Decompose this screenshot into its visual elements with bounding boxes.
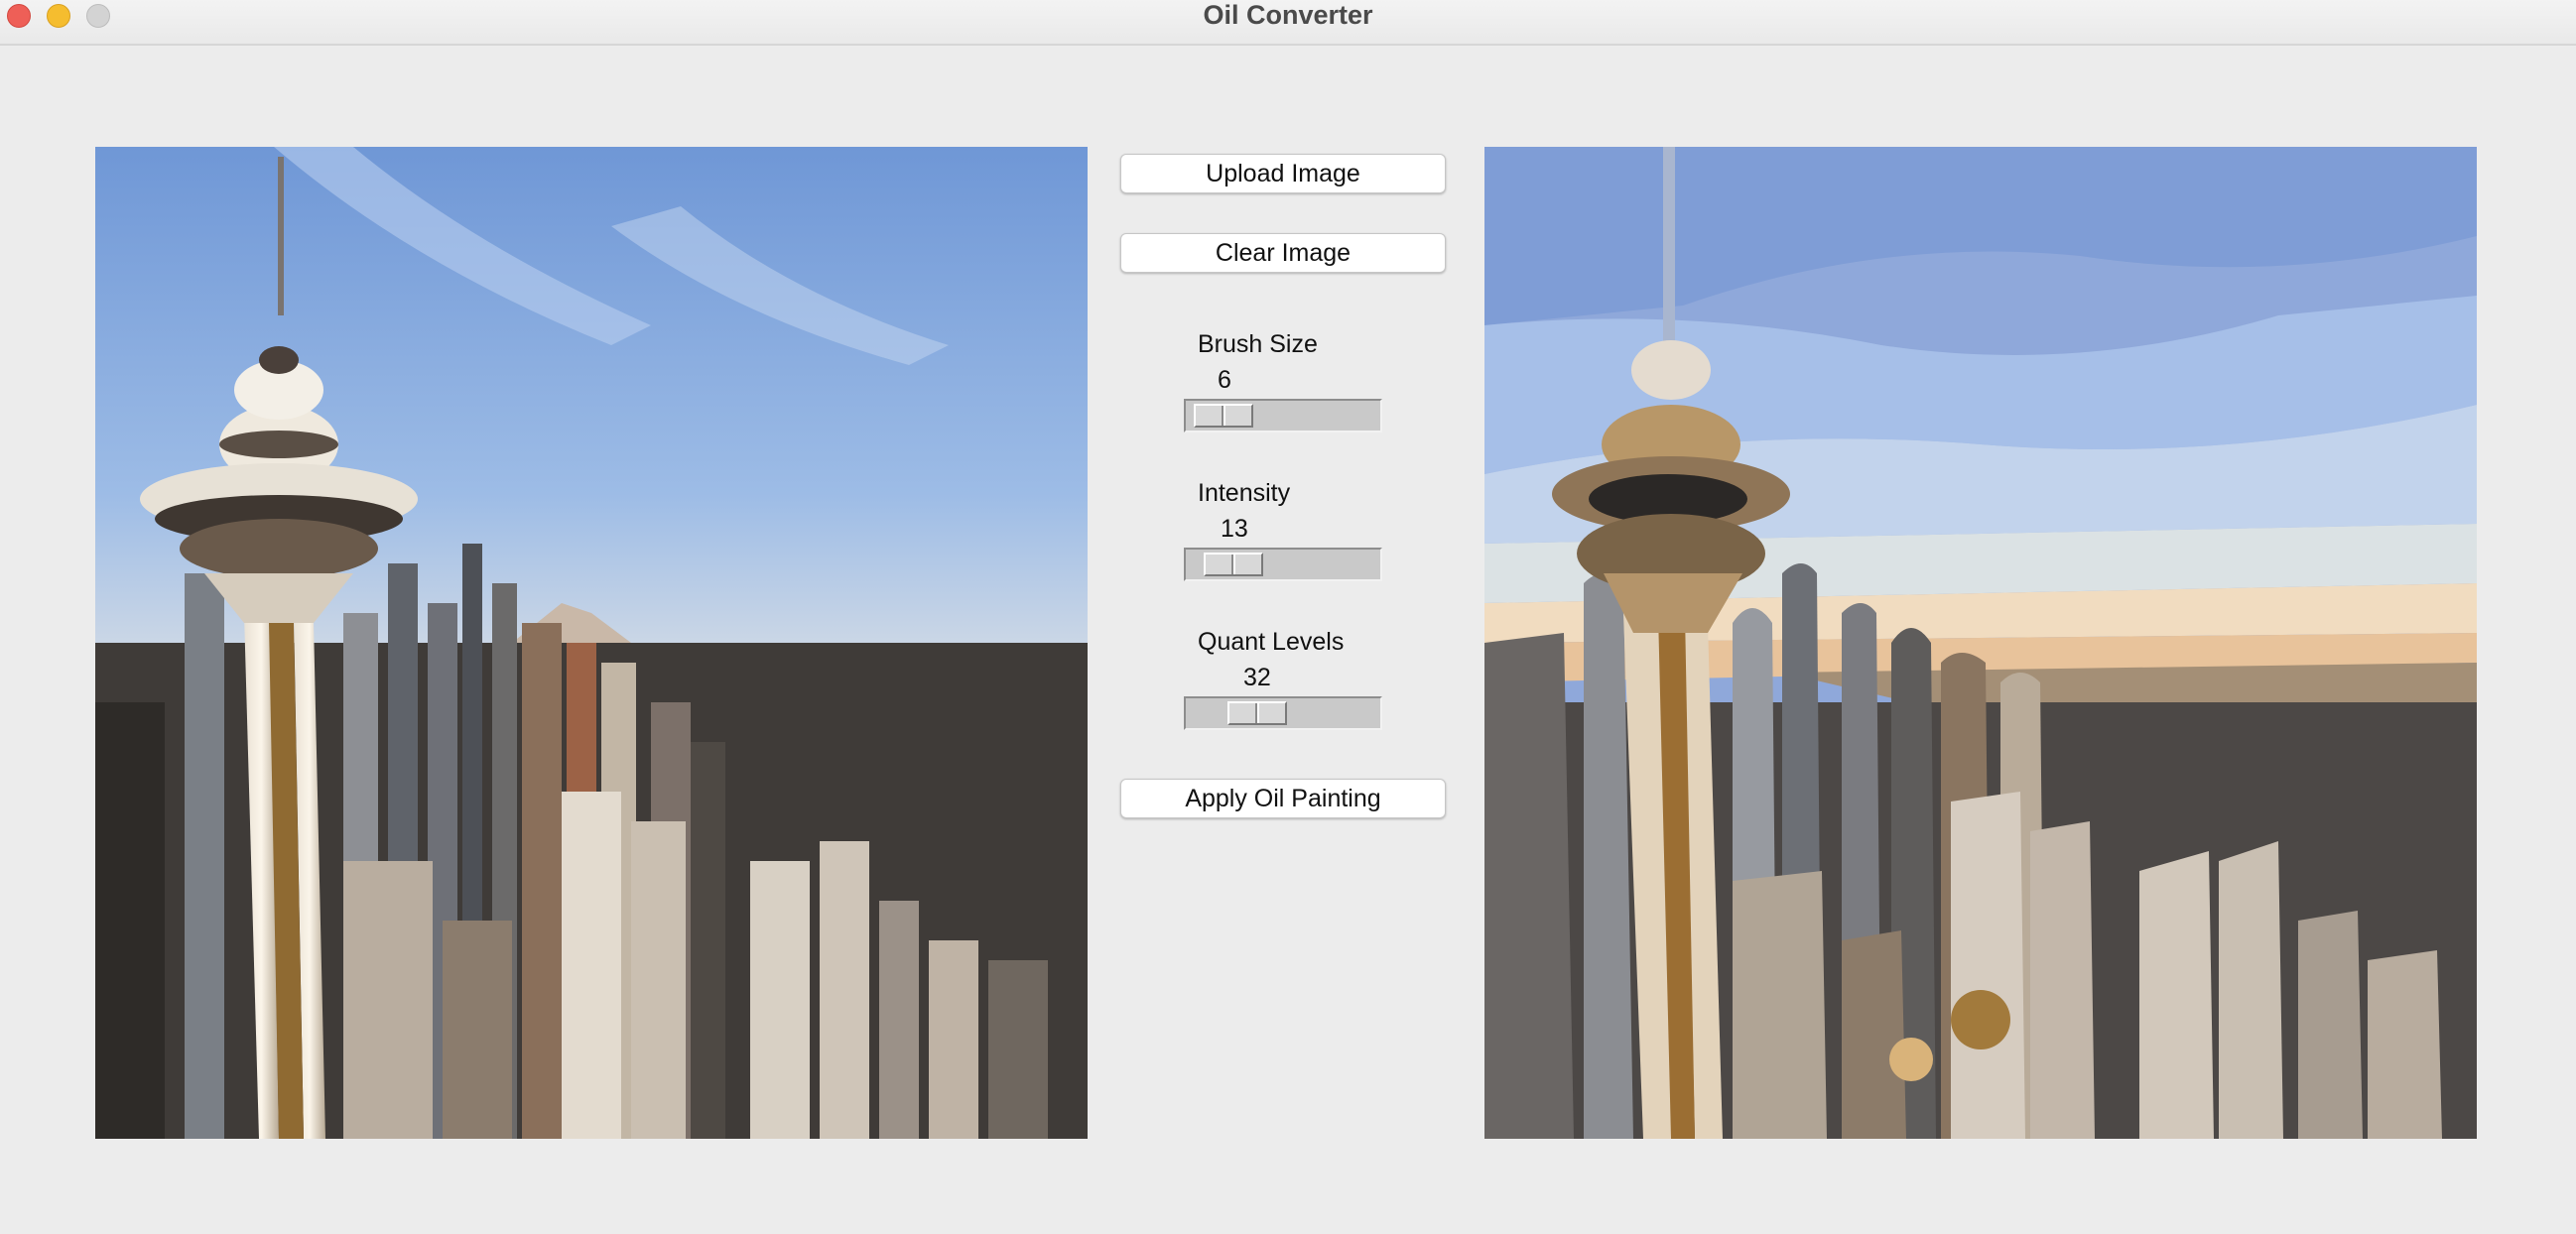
title-bar[interactable]: Oil Converter (0, 0, 2576, 46)
quant-levels-value: 32 (1243, 664, 1271, 691)
original-image-canvas (95, 147, 1088, 1139)
apply-oil-painting-button[interactable]: Apply Oil Painting (1120, 779, 1446, 818)
intensity-slider[interactable] (1184, 548, 1382, 581)
window-title: Oil Converter (1203, 0, 1373, 30)
quant-levels-slider-thumb[interactable] (1227, 701, 1287, 725)
brush-size-value: 6 (1218, 366, 1231, 394)
upload-image-button[interactable]: Upload Image (1120, 154, 1446, 193)
intensity-slider-thumb[interactable] (1204, 553, 1263, 576)
app-window: Oil Converter Upload Image Clear Image B… (0, 0, 2576, 1234)
converted-image (1484, 147, 2477, 1139)
brush-size-label: Brush Size (1198, 330, 1318, 358)
intensity-label: Intensity (1198, 479, 1291, 507)
quant-levels-label: Quant Levels (1198, 628, 1345, 656)
intensity-value: 13 (1221, 515, 1248, 543)
clear-image-button[interactable]: Clear Image (1120, 233, 1446, 273)
converted-image-canvas (1484, 147, 2477, 1139)
brush-size-slider[interactable] (1184, 399, 1382, 432)
brush-size-slider-thumb[interactable] (1194, 404, 1253, 428)
quant-levels-slider[interactable] (1184, 696, 1382, 730)
original-image (95, 147, 1088, 1139)
